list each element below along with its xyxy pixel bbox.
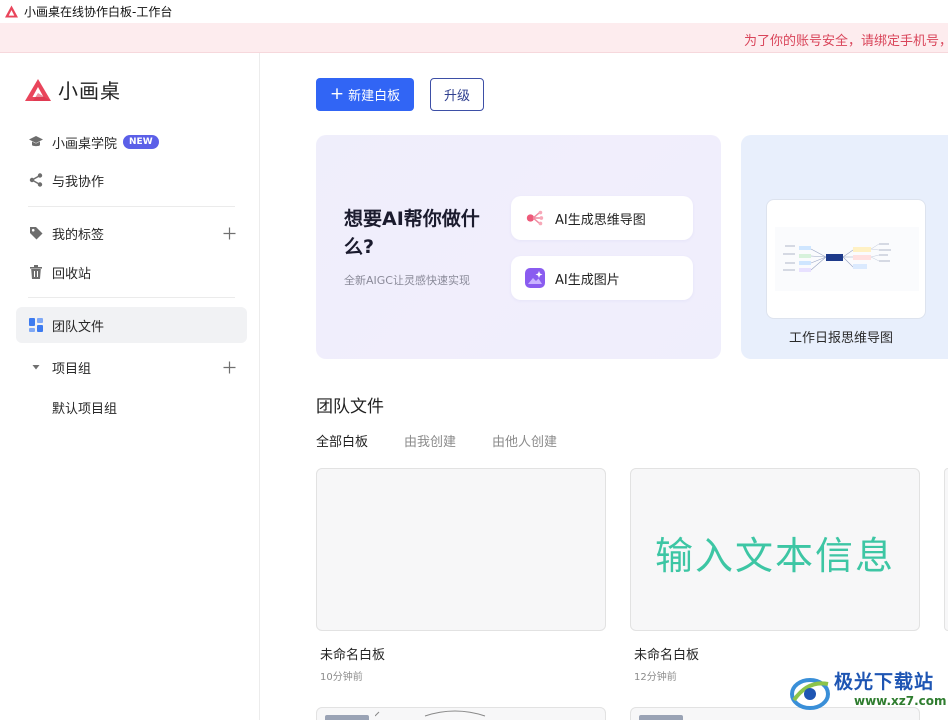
trash-icon	[28, 264, 44, 280]
template-title: 工作日报思维导图	[789, 331, 894, 346]
site-watermark: 极光下载站 www.xz7.com	[788, 664, 948, 720]
whiteboard-name[interactable]: 未命名白板	[320, 644, 385, 663]
team-files-icon	[28, 317, 44, 333]
mindmap-thumbnail-image	[775, 227, 919, 291]
sidebar-item-label: 我的标签	[52, 227, 105, 243]
sidebar-item-academy[interactable]: 小画桌学院 NEW	[16, 124, 247, 160]
whiteboard-thumbnail-block	[325, 715, 369, 720]
template-thumbnail	[766, 199, 926, 319]
sidebar: 小画桌 小画桌学院 NEW 与我协作 我的标签 回收站 团队文件 项目组 默认项…	[0, 53, 260, 720]
tab-all-whiteboards[interactable]: 全部白板	[316, 431, 368, 450]
ai-promo-headline: 想要AI帮你做什么?	[344, 208, 480, 258]
sidebar-item-label: 与我协作	[52, 174, 105, 190]
whiteboard-card[interactable]: 输入文本信息	[630, 468, 920, 631]
brand-logo[interactable]: 小画桌	[24, 75, 121, 104]
sidebar-item-label: 团队文件	[52, 319, 105, 335]
add-project-group-icon[interactable]	[219, 357, 239, 377]
window-title: 小画桌在线协作白板-工作台	[24, 5, 173, 19]
sidebar-item-tags[interactable]: 我的标签	[16, 215, 247, 251]
sidebar-item-collaborate[interactable]: 与我协作	[16, 162, 247, 198]
app-logo-icon	[5, 5, 18, 18]
ai-image-icon	[525, 268, 545, 288]
brand-logo-icon	[25, 78, 51, 101]
ai-mindmap-icon	[525, 208, 545, 228]
template-card[interactable]: 工作日报思维导图	[741, 135, 948, 359]
sidebar-item-label: 项目组	[52, 361, 92, 377]
tab-created-by-others[interactable]: 由他人创建	[492, 431, 557, 450]
new-whiteboard-button[interactable]: + 新建白板	[316, 78, 414, 111]
ai-mindmap-button[interactable]: AI生成思维导图	[511, 196, 693, 240]
sidebar-divider	[28, 206, 235, 207]
ai-promo-card: 想要AI帮你做什么? 全新AIGC让灵感快速实现 AI生成思维导图 AI生成图片	[316, 135, 721, 359]
new-whiteboard-label: 新建白板	[348, 89, 401, 104]
watermark-logo-icon	[790, 678, 830, 710]
caret-down-icon[interactable]	[28, 359, 44, 375]
tab-created-by-me[interactable]: 由我创建	[404, 431, 456, 450]
whiteboard-card[interactable]	[316, 707, 606, 720]
ai-image-label: AI生成图片	[555, 272, 620, 288]
sidebar-divider	[28, 297, 235, 298]
whiteboard-thumbnail-block	[639, 715, 683, 720]
watermark-url: www.xz7.com	[854, 694, 947, 708]
ai-mindmap-label: AI生成思维导图	[555, 212, 646, 228]
whiteboard-time: 10分钟前	[320, 672, 363, 683]
whiteboard-name[interactable]: 未命名白板	[634, 644, 699, 663]
window-title-bar: 小画桌在线协作白板-工作台	[0, 0, 948, 23]
ai-image-button[interactable]: AI生成图片	[511, 256, 693, 300]
add-tag-icon[interactable]	[219, 223, 239, 243]
sidebar-item-trash[interactable]: 回收站	[16, 254, 247, 290]
graduation-cap-icon	[28, 134, 44, 150]
whiteboard-preview-text: 输入文本信息	[654, 534, 895, 578]
whiteboard-card[interactable]	[316, 468, 606, 631]
sidebar-item-label: 回收站	[52, 266, 92, 282]
section-title: 团队文件	[316, 397, 384, 417]
whiteboard-time: 12分钟前	[634, 672, 677, 683]
tag-icon	[28, 225, 44, 241]
watermark-name: 极光下载站	[834, 671, 935, 693]
share-icon	[28, 172, 44, 188]
sidebar-item-default-project-group[interactable]: 默认项目组	[52, 398, 117, 417]
sidebar-item-team-files[interactable]: 团队文件	[16, 307, 247, 343]
upgrade-button[interactable]: 升级	[430, 78, 484, 111]
notice-banner: 为了你的账号安全，请绑定手机号，	[0, 23, 948, 53]
main-content: + 新建白板 升级 想要AI帮你做什么? 全新AIGC让灵感快速实现 AI生成思…	[261, 53, 948, 720]
sidebar-item-label: 小画桌学院	[52, 136, 118, 152]
plus-icon: +	[329, 83, 345, 104]
whiteboard-card-partial[interactable]	[944, 468, 948, 631]
new-badge: NEW	[123, 135, 159, 149]
whiteboard-thumbnail-sketch	[375, 710, 486, 717]
sidebar-item-project-group[interactable]: 项目组	[16, 349, 247, 385]
notice-banner-text[interactable]: 为了你的账号安全，请绑定手机号，	[744, 30, 948, 49]
ai-promo-subtitle: 全新AIGC让灵感快速实现	[344, 274, 470, 287]
brand-name: 小画桌	[58, 79, 121, 103]
